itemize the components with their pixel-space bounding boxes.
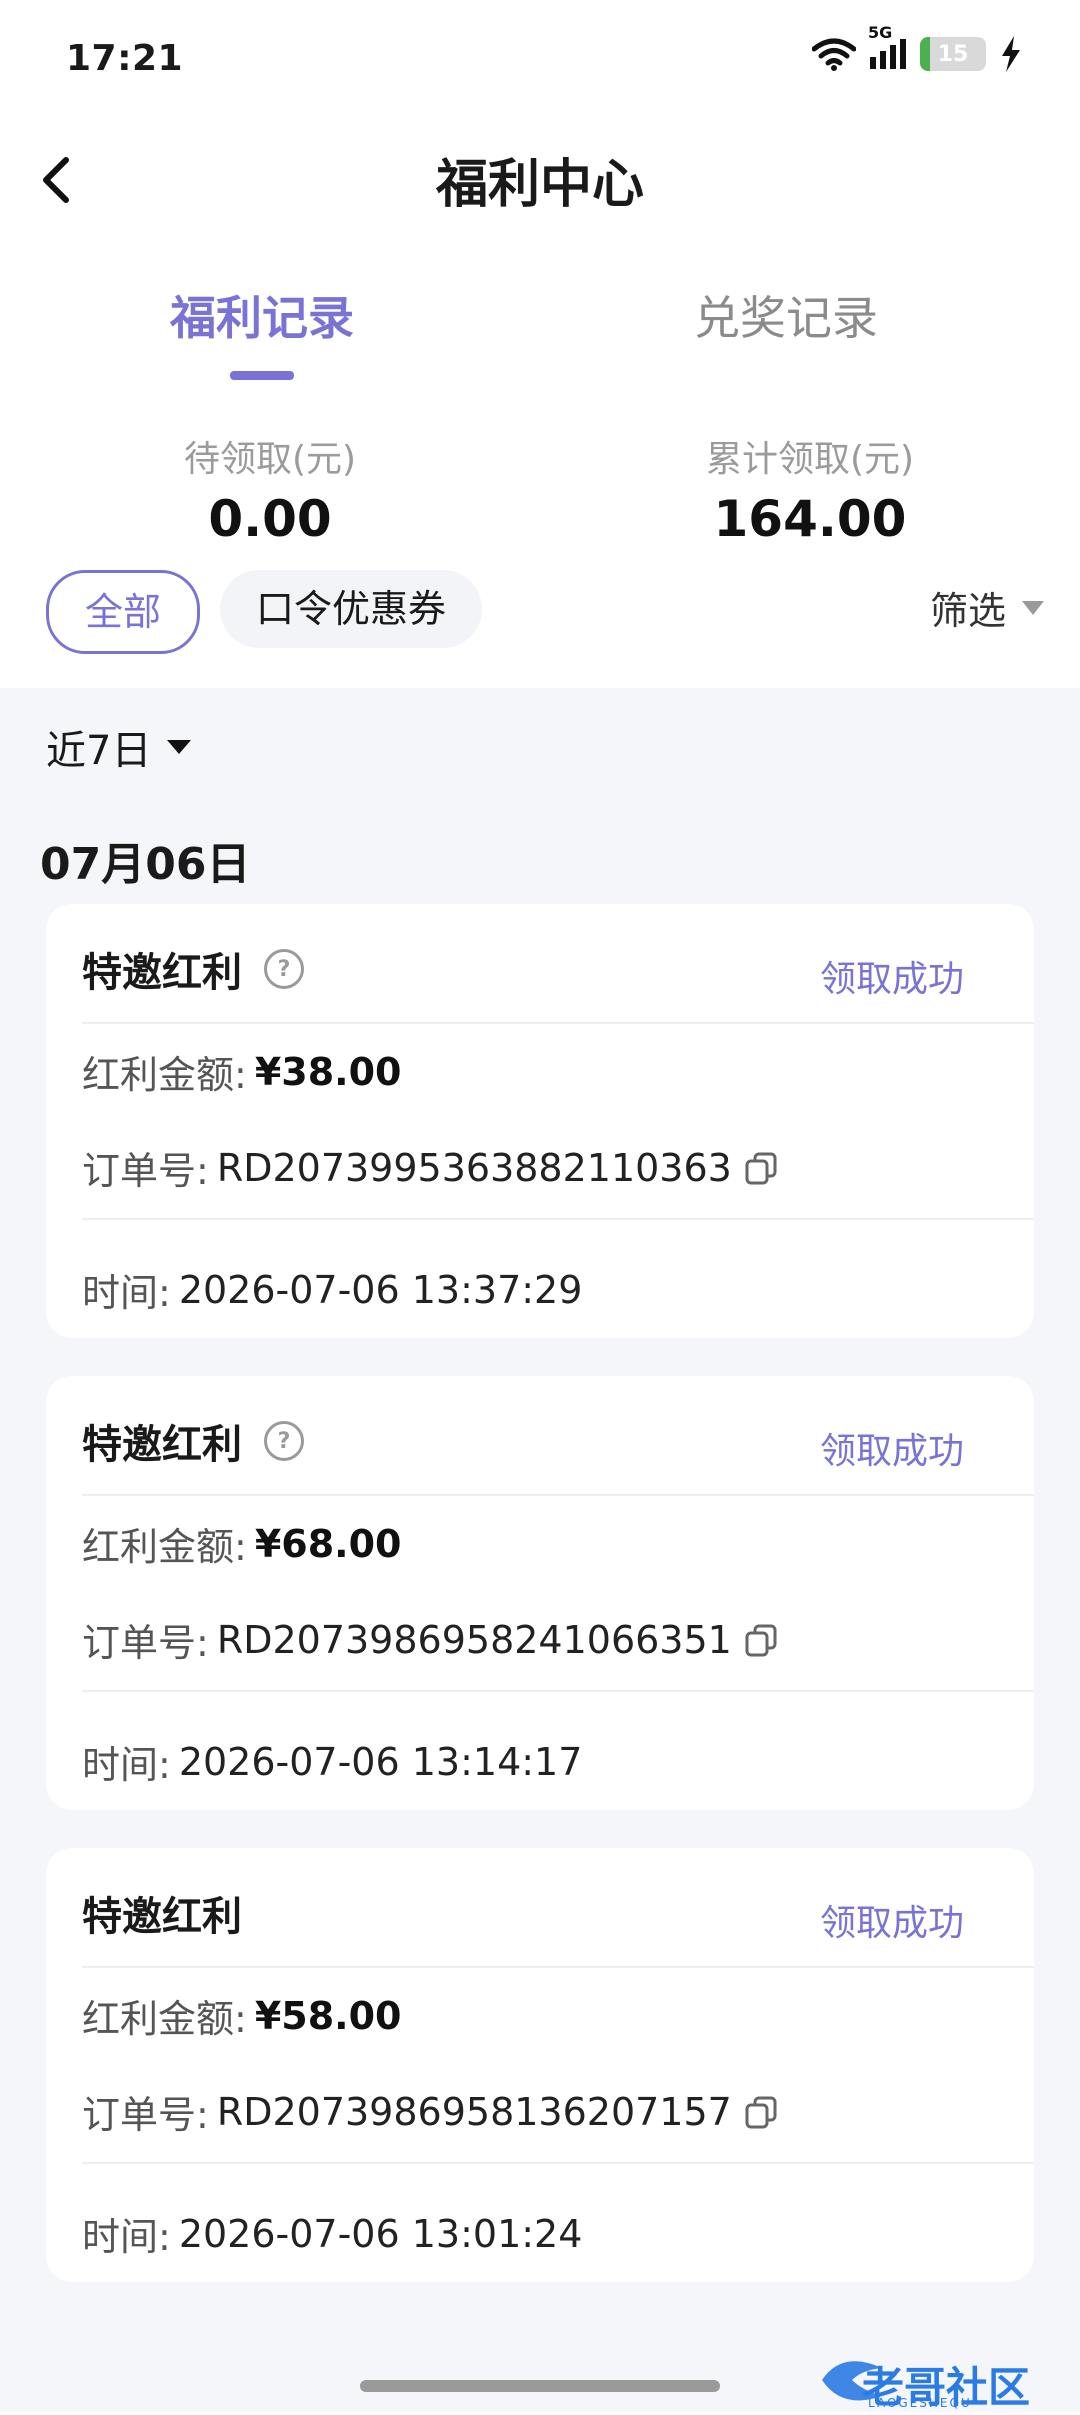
records-list: 近7日 07月06日 特邀红利 ? 领取成功 红利金额: ¥38.00 订单号:… [0, 688, 1080, 2412]
copy-icon[interactable] [744, 1151, 778, 1185]
total-label: 累计领取(元) [705, 439, 915, 480]
pending-value: 0.00 [208, 490, 332, 548]
record-title-row: 特邀红利 ? [82, 1412, 304, 1470]
total-summary: 累计领取(元) 164.00 [630, 430, 990, 548]
amount-label: 红利金额: [82, 1053, 247, 1097]
filter-button[interactable]: 筛选 [930, 580, 1044, 635]
copy-icon[interactable] [744, 1623, 778, 1657]
wifi-icon [812, 38, 856, 71]
caret-down-icon [1022, 600, 1044, 615]
record-card: 特邀红利 领取成功 红利金额: ¥58.00 订单号: RD2073986958… [46, 1848, 1034, 2282]
charging-icon [1002, 36, 1020, 72]
copy-icon[interactable] [744, 2095, 778, 2129]
range-selector[interactable]: 近7日 [46, 718, 192, 776]
time-label: 时间: [82, 2215, 171, 2259]
help-icon[interactable]: ? [264, 949, 304, 989]
time-row: 时间: 2026-07-06 13:37:29 [82, 1262, 582, 1317]
record-status: 领取成功 [819, 1431, 964, 1472]
time-value: 2026-07-06 13:14:17 [178, 1739, 583, 1784]
chip-all[interactable]: 全部 [46, 570, 201, 654]
order-number: RD2073995363882110363 [216, 1145, 732, 1190]
order-number: RD2073986958136207157 [216, 2089, 732, 2134]
watermark-subtext: LAOGESHEQU [868, 2396, 972, 2410]
order-row: 订单号: RD2073995363882110363 [82, 1140, 778, 1195]
battery-level: 15 [937, 41, 969, 67]
amount-row: 红利金额: ¥58.00 [82, 1988, 401, 2043]
order-row: 订单号: RD2073986958136207157 [82, 2084, 778, 2139]
summary: 待领取(元) 0.00 累计领取(元) 164.00 [0, 430, 1080, 550]
filter-bar: 全部 口令优惠券 筛选 [0, 570, 1080, 660]
amount-row: 红利金额: ¥38.00 [82, 1044, 401, 1099]
record-title: 特邀红利 [82, 1894, 242, 1940]
record-title-row: 特邀红利 ? [82, 940, 304, 998]
tab-bar: 福利记录 兑奖记录 [0, 270, 1080, 390]
battery-icon: 15 [920, 37, 986, 71]
amount-label: 红利金额: [82, 1525, 247, 1569]
time-label: 时间: [82, 1271, 171, 1315]
time-row: 时间: 2026-07-06 13:01:24 [82, 2206, 582, 2261]
total-value: 164.00 [713, 490, 907, 548]
status-bar: 17:21 5G 15 [0, 0, 1080, 120]
tab-prize-records[interactable]: 兑奖记录 [694, 282, 878, 348]
amount-value: ¥68.00 [254, 1521, 402, 1566]
card-divider [82, 1966, 1034, 1968]
network-type: 5G [868, 23, 893, 42]
amount-value: ¥38.00 [254, 1049, 402, 1094]
amount-row: 红利金额: ¥68.00 [82, 1516, 401, 1571]
card-divider [82, 2162, 1034, 2164]
card-divider [82, 1690, 1034, 1692]
record-card: 特邀红利 ? 领取成功 红利金额: ¥68.00 订单号: RD20739869… [46, 1376, 1034, 1810]
card-divider [82, 1218, 1034, 1220]
filter-label: 筛选 [929, 589, 1006, 633]
order-label: 订单号: [82, 2093, 209, 2137]
app-header: 福利中心 [0, 120, 1080, 240]
time-row: 时间: 2026-07-06 13:14:17 [82, 1734, 582, 1789]
card-divider [82, 1022, 1034, 1024]
time-value: 2026-07-06 13:01:24 [178, 2211, 583, 2256]
order-number: RD2073986958241066351 [216, 1617, 732, 1662]
time-label: 时间: [82, 1743, 171, 1787]
time-value: 2026-07-06 13:37:29 [178, 1267, 583, 1312]
chip-coupon[interactable]: 口令优惠券 [220, 570, 483, 648]
pending-summary: 待领取(元) 0.00 [90, 430, 450, 548]
5g-signal-icon: 5G [868, 23, 906, 69]
record-title: 特邀红利 [82, 950, 242, 996]
amount-value: ¥58.00 [254, 1993, 402, 2038]
record-card: 特邀红利 ? 领取成功 红利金额: ¥38.00 订单号: RD20739953… [46, 904, 1034, 1338]
card-divider [82, 1494, 1034, 1496]
status-time: 17:21 [66, 38, 184, 79]
record-status: 领取成功 [819, 1903, 964, 1944]
range-label: 近7日 [46, 728, 152, 774]
status-icons: 5G 15 [812, 23, 1022, 72]
order-label: 订单号: [82, 1621, 209, 1665]
caret-down-icon [167, 740, 192, 754]
order-row: 订单号: RD2073986958241066351 [82, 1612, 778, 1667]
record-status: 领取成功 [819, 959, 964, 1000]
pending-label: 待领取(元) [183, 439, 357, 480]
record-title-row: 特邀红利 [82, 1884, 242, 1942]
tab-welfare-records[interactable]: 福利记录 [170, 282, 354, 348]
amount-label: 红利金额: [82, 1997, 247, 2041]
tab-indicator [230, 371, 294, 380]
home-indicator[interactable] [360, 2380, 720, 2392]
help-icon[interactable]: ? [264, 1421, 304, 1461]
watermark-logo: 老哥社区 LAOGESHEQU [812, 2350, 1062, 2412]
date-heading: 07月06日 [40, 839, 251, 890]
order-label: 订单号: [82, 1149, 209, 1193]
page-title: 福利中心 [435, 155, 644, 215]
record-title: 特邀红利 [82, 1422, 242, 1468]
